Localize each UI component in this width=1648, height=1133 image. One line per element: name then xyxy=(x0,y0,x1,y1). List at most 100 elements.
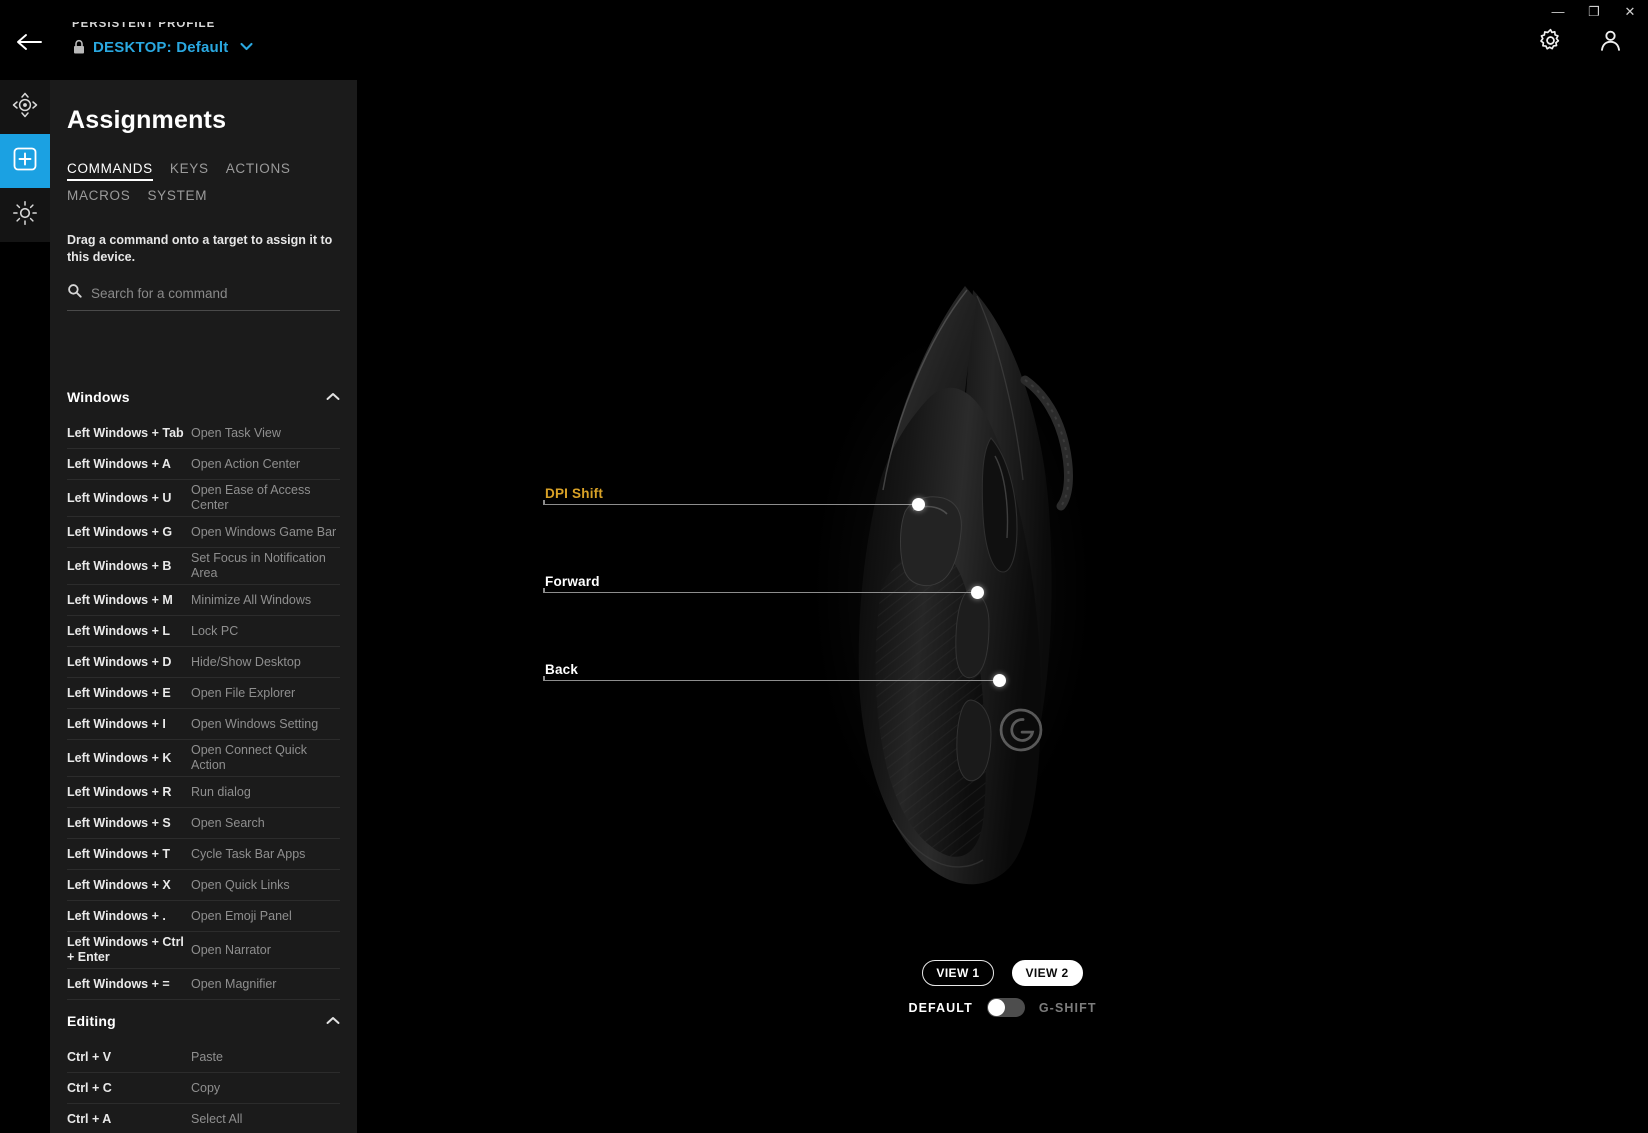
callout-line xyxy=(543,504,918,505)
callout-target-dot[interactable] xyxy=(993,674,1006,687)
command-list-viewport[interactable]: Windows Left Windows + Tab Open Task View L… xyxy=(50,376,357,1133)
command-row[interactable]: Left Windows + A Open Action Center xyxy=(67,449,340,480)
device-stage: DPI Shift Forward Back VIEW 1 VIEW 2 DEF… xyxy=(357,80,1648,1133)
command-row[interactable]: Left Windows + S Open Search xyxy=(67,808,340,839)
search-input[interactable] xyxy=(91,285,340,301)
dpi-crosshair-icon xyxy=(12,92,38,123)
command-row[interactable]: Left Windows + = Open Magnifier xyxy=(67,969,340,1000)
user-icon[interactable] xyxy=(1596,26,1624,54)
callout-target-dot[interactable] xyxy=(971,586,984,599)
command-description: Run dialog xyxy=(191,784,251,799)
rail-item-sensitivity-dpi[interactable] xyxy=(0,80,50,134)
command-group-header[interactable]: Editing xyxy=(67,1000,340,1042)
tab-actions[interactable]: ACTIONS xyxy=(226,161,291,181)
command-description: Hide/Show Desktop xyxy=(191,654,301,669)
command-key: Left Windows + G xyxy=(67,524,173,539)
command-description: Open Narrator xyxy=(191,942,271,957)
command-row[interactable]: Ctrl + V Paste xyxy=(67,1042,340,1073)
command-group-name: Windows xyxy=(67,389,130,405)
command-row[interactable]: Left Windows + Ctrl + Enter Open Narrator xyxy=(67,932,340,969)
command-description: Cycle Task Bar Apps xyxy=(191,846,306,861)
rail-item-lighting[interactable] xyxy=(0,188,50,242)
tab-commands[interactable]: COMMANDS xyxy=(67,161,153,181)
profile-selector[interactable]: DESKTOP: Default xyxy=(72,38,254,56)
command-key: Left Windows + X xyxy=(67,877,171,892)
gshift-toggle[interactable] xyxy=(986,998,1025,1017)
command-key: Left Windows + Ctrl + Enter xyxy=(67,935,184,964)
command-row[interactable]: Left Windows + Tab Open Task View xyxy=(67,418,340,449)
maximize-button[interactable]: ❐ xyxy=(1576,0,1612,22)
command-key: Left Windows + = xyxy=(67,976,170,991)
command-key: Left Windows + I xyxy=(67,716,166,731)
drag-hint-text: Drag a command onto a target to assign i… xyxy=(67,233,333,264)
command-key: Ctrl + C xyxy=(67,1080,112,1095)
command-description: Open Connect Quick Action xyxy=(191,743,308,772)
command-row[interactable]: Left Windows + E Open File Explorer xyxy=(67,678,340,709)
back-arrow-icon[interactable] xyxy=(12,28,46,56)
command-key: Left Windows + E xyxy=(67,685,171,700)
callout-target-dot[interactable] xyxy=(912,498,925,511)
command-row[interactable]: Left Windows + X Open Quick Links xyxy=(67,870,340,901)
command-row[interactable]: Left Windows + B Set Focus in Notificatio… xyxy=(67,548,340,585)
command-row[interactable]: Ctrl + C Copy xyxy=(67,1073,340,1104)
command-row[interactable]: Left Windows + M Minimize All Windows xyxy=(67,585,340,616)
command-row[interactable]: Left Windows + I Open Windows Setting xyxy=(67,709,340,740)
tab-system[interactable]: SYSTEM xyxy=(147,188,207,208)
gshift-toggle-row: DEFAULT G-SHIFT xyxy=(357,998,1648,1017)
command-row[interactable]: Left Windows + D Hide/Show Desktop xyxy=(67,647,340,678)
view-1-button[interactable]: VIEW 1 xyxy=(922,960,994,986)
tab-macros[interactable]: MACROS xyxy=(67,188,130,208)
command-row[interactable]: Left Windows + L Lock PC xyxy=(67,616,340,647)
gshift-mode-label[interactable]: G-SHIFT xyxy=(1039,1001,1097,1015)
command-key: Ctrl + V xyxy=(67,1049,112,1064)
command-key: Left Windows + Tab xyxy=(67,425,184,440)
default-mode-label[interactable]: DEFAULT xyxy=(908,1001,972,1015)
rail-item-assignments[interactable] xyxy=(0,134,50,188)
command-description: Open File Explorer xyxy=(191,685,296,700)
command-key: Left Windows + A xyxy=(67,456,171,471)
command-key: Left Windows + L xyxy=(67,623,171,638)
command-key: Left Windows + T xyxy=(67,846,171,861)
minimize-button[interactable]: — xyxy=(1540,0,1576,22)
view-2-button[interactable]: VIEW 2 xyxy=(1011,960,1083,986)
command-row[interactable]: Left Windows + G Open Windows Game Bar xyxy=(67,517,340,548)
window-controls: — ❐ ✕ xyxy=(1540,0,1648,22)
command-description: Minimize All Windows xyxy=(191,592,312,607)
command-row[interactable]: Left Windows + T Cycle Task Bar Apps xyxy=(67,839,340,870)
chevron-up-icon[interactable] xyxy=(326,1012,340,1030)
command-description: Open Magnifier xyxy=(191,976,277,991)
chevron-up-icon[interactable] xyxy=(326,388,340,406)
command-description: Open Task View xyxy=(191,425,281,440)
left-icon-rail xyxy=(0,80,50,242)
callout-label[interactable]: Forward xyxy=(545,574,600,589)
callout-forward: Forward xyxy=(543,574,984,599)
command-row[interactable]: Left Windows + U Open Ease of Access Cent… xyxy=(67,480,340,517)
command-row[interactable]: Left Windows + K Open Connect Quick Actio… xyxy=(67,740,340,777)
callout-line xyxy=(543,592,977,593)
app-root: — ❐ ✕ PERSISTENT PROFILE DESKTOP: Defaul… xyxy=(0,0,1648,1133)
profile-name: DESKTOP: Default xyxy=(93,38,229,56)
callout-label[interactable]: Back xyxy=(545,662,578,677)
chevron-down-icon[interactable] xyxy=(240,38,254,56)
callout-label[interactable]: DPI Shift xyxy=(545,486,603,501)
command-key: Left Windows + . xyxy=(67,908,166,923)
command-description: Open Emoji Panel xyxy=(191,908,292,923)
device-image-g502 xyxy=(777,260,1097,940)
command-row[interactable]: Ctrl + A Select All xyxy=(67,1104,340,1133)
gear-icon[interactable] xyxy=(1536,26,1564,54)
command-key: Ctrl + A xyxy=(67,1111,112,1126)
title-bar: — ❐ ✕ xyxy=(0,0,1648,22)
command-description: Open Search xyxy=(191,815,265,830)
command-row[interactable]: Left Windows + R Run dialog xyxy=(67,777,340,808)
tab-keys[interactable]: KEYS xyxy=(170,161,209,181)
close-button[interactable]: ✕ xyxy=(1612,0,1648,22)
command-group-header[interactable]: Windows xyxy=(67,376,340,418)
command-key: Left Windows + B xyxy=(67,558,172,573)
command-key: Left Windows + U xyxy=(67,490,172,505)
command-key: Left Windows + S xyxy=(67,815,171,830)
command-key: Left Windows + R xyxy=(67,784,172,799)
tab-row-secondary: MACROS SYSTEM xyxy=(67,188,347,208)
command-description: Open Ease of Access Center xyxy=(191,483,311,512)
command-row[interactable]: Left Windows + . Open Emoji Panel xyxy=(67,901,340,932)
command-description: Copy xyxy=(191,1080,221,1095)
